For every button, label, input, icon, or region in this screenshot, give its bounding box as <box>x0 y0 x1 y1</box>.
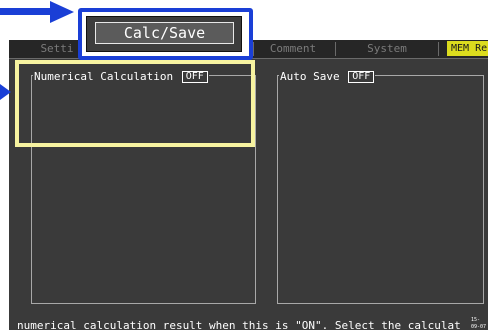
auto-save-panel <box>277 75 484 304</box>
tab-comment[interactable]: Comment <box>255 42 331 56</box>
tab-settings[interactable]: Setti <box>37 42 77 56</box>
tab-separator <box>335 42 336 56</box>
calc-save-button[interactable]: Calc/Save <box>95 22 234 44</box>
auto-save-toggle[interactable]: OFF <box>348 71 375 83</box>
status-message: numerical calculation result when this i… <box>17 319 461 332</box>
tab-mem-recall[interactable]: MEM Re <box>447 41 488 56</box>
tab-system[interactable]: System <box>339 42 435 56</box>
status-clock: 15-09-07 <box>471 317 487 330</box>
highlight-box <box>15 60 255 147</box>
tab-separator <box>253 42 254 56</box>
calc-save-key[interactable]: Calc/Save <box>86 16 242 52</box>
auto-save-label: Auto Save <box>280 70 340 83</box>
auto-save-title: Auto Save OFF <box>279 70 376 83</box>
tab-separator <box>438 42 439 56</box>
